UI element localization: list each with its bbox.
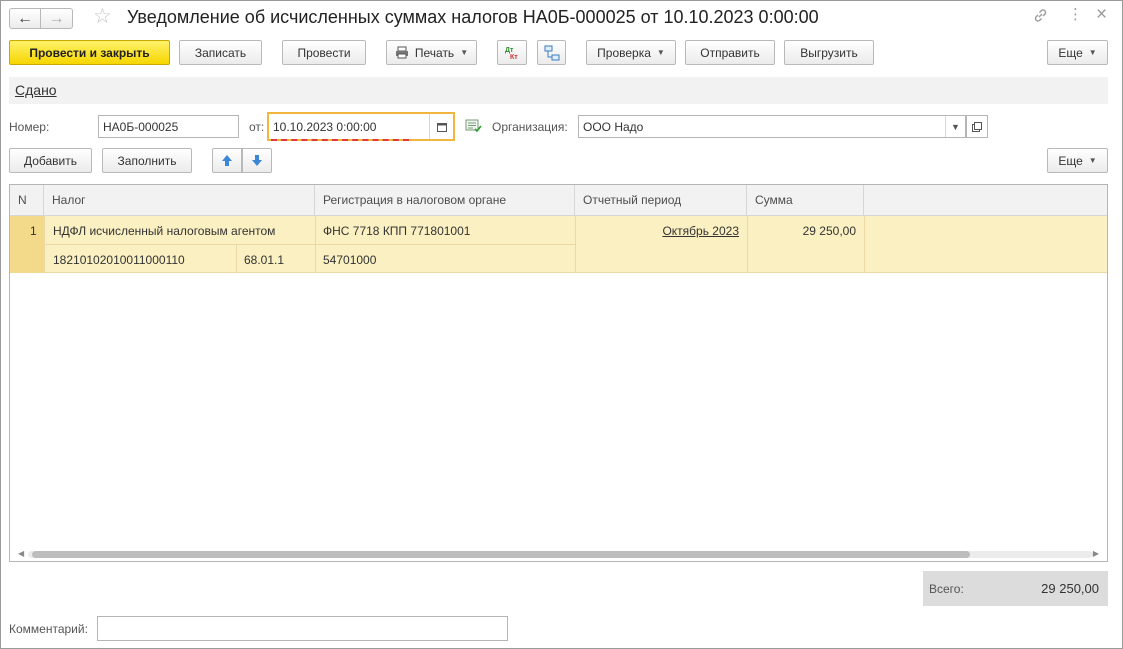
cell-divider (44, 244, 575, 245)
title-bar: ← → ☆ Уведомление об исчисленных суммах … (1, 1, 1122, 35)
favorite-star-icon[interactable]: ☆ (93, 6, 112, 27)
table-more-label: Еще (1058, 153, 1083, 168)
post-button[interactable]: Провести (282, 40, 366, 65)
save-label: Записать (194, 45, 247, 60)
print-button[interactable]: Печать ▼ (386, 40, 477, 65)
arrow-left-icon: ← (17, 9, 33, 27)
cell-account[interactable]: 68.01.1 (244, 253, 284, 267)
export-label: Выгрузить (800, 45, 858, 60)
cell-amount[interactable]: 29 250,00 (747, 224, 856, 238)
organization-value: ООО Надо (583, 119, 644, 134)
scroll-left-icon[interactable]: ◀ (18, 549, 24, 558)
post-and-close-button[interactable]: Провести и закрыть (9, 40, 170, 65)
scroll-right-icon[interactable]: ▶ (1093, 549, 1099, 558)
taxes-table[interactable]: N Налог Регистрация в налоговом органе О… (9, 184, 1108, 562)
structure-button[interactable] (537, 40, 566, 65)
send-label: Отправить (700, 45, 760, 60)
add-row-label: Добавить (23, 153, 78, 168)
export-button[interactable]: Выгрузить (784, 40, 874, 65)
cell-period-link[interactable]: Октябрь 2023 (575, 224, 739, 238)
total-label: Всего: (929, 582, 964, 596)
dt-kt-button[interactable]: Дт Кт (497, 40, 527, 65)
add-row-button[interactable]: Добавить (9, 148, 92, 173)
column-header-amount[interactable]: Сумма (747, 185, 864, 216)
comment-field[interactable] (97, 616, 508, 641)
total-box: Всего: 29 250,00 (923, 571, 1108, 606)
cell-oktmo[interactable]: 54701000 (323, 253, 376, 267)
column-header-n[interactable]: N (10, 185, 44, 216)
forward-button[interactable]: → (41, 8, 73, 29)
horizontal-scrollbar[interactable]: ◀ ▶ (18, 549, 1099, 558)
scroll-thumb[interactable] (32, 551, 970, 558)
column-header-registration[interactable]: Регистрация в налоговом органе (315, 185, 575, 216)
date-value: 10.10.2023 0:00:00 (273, 119, 377, 134)
svg-text:Кт: Кт (510, 54, 518, 61)
window-title: Уведомление об исчисленных суммах налого… (127, 7, 819, 27)
move-down-button[interactable] (242, 148, 272, 173)
date-label: от: (249, 120, 265, 134)
organization-label: Организация: (492, 120, 568, 134)
more-vertical-icon[interactable]: ⋮ (1068, 7, 1083, 22)
move-up-button[interactable] (212, 148, 242, 173)
status-link[interactable]: Сдано (15, 82, 57, 98)
organization-field[interactable]: ООО Надо ▼ (578, 115, 966, 138)
document-window: ← → ☆ Уведомление об исчисленных суммах … (0, 0, 1123, 649)
arrow-down-icon (251, 154, 263, 167)
table-header: N Налог Регистрация в налоговом органе О… (10, 185, 1107, 216)
fill-button[interactable]: Заполнить (102, 148, 192, 173)
cell-divider (236, 245, 237, 273)
svg-text:Дт: Дт (505, 47, 514, 54)
comment-label: Комментарий: (9, 622, 88, 636)
fill-label: Заполнить (117, 153, 177, 168)
chevron-down-icon[interactable]: ▼ (945, 116, 965, 137)
number-label: Номер: (9, 120, 50, 134)
printer-icon (395, 46, 409, 59)
send-button[interactable]: Отправить (685, 40, 775, 65)
link-icon[interactable] (1033, 8, 1048, 26)
arrow-right-icon: → (48, 9, 65, 27)
row-number-cell (10, 216, 44, 273)
post-label: Провести (297, 45, 351, 60)
date-field[interactable]: 10.10.2023 0:00:00 (267, 112, 455, 141)
chevron-down-icon: ▼ (460, 48, 469, 57)
document-check-icon[interactable] (465, 119, 482, 136)
cell-divider (864, 216, 865, 273)
post-and-close-label: Провести и закрыть (29, 45, 150, 60)
structure-icon (544, 45, 560, 61)
check-label: Проверка (597, 45, 651, 60)
status-strip: Сдано (9, 77, 1108, 104)
save-button[interactable]: Записать (179, 40, 262, 65)
total-value: 29 250,00 (1041, 581, 1099, 596)
chevron-down-icon: ▼ (656, 48, 665, 57)
column-header-period[interactable]: Отчетный период (575, 185, 747, 216)
calendar-icon[interactable] (429, 114, 453, 139)
close-icon[interactable]: × (1096, 5, 1107, 24)
open-window-icon (972, 121, 982, 132)
column-header-tax[interactable]: Налог (44, 185, 315, 216)
cell-registration[interactable]: ФНС 7718 КПП 771801001 (323, 224, 470, 238)
back-button[interactable]: ← (9, 8, 41, 29)
arrow-up-icon (221, 154, 233, 167)
number-field[interactable]: НА0Б-000025 (98, 115, 239, 138)
table-more-button[interactable]: Еще ▼ (1047, 148, 1108, 173)
error-underline (271, 139, 409, 141)
open-organization-button[interactable] (966, 115, 988, 138)
row-number: 1 (30, 224, 37, 238)
check-button[interactable]: Проверка ▼ (586, 40, 676, 65)
dt-kt-icon: Дт Кт (503, 45, 521, 61)
number-value: НА0Б-000025 (103, 119, 179, 134)
chevron-down-icon: ▼ (1088, 156, 1097, 165)
print-label: Печать (414, 45, 455, 60)
chevron-down-icon: ▼ (1088, 48, 1097, 57)
cell-kbk[interactable]: 18210102010011000110 (53, 253, 185, 267)
more-button[interactable]: Еще ▼ (1047, 40, 1108, 65)
cell-tax[interactable]: НДФЛ исчисленный налоговым агентом (53, 224, 275, 238)
more-label: Еще (1058, 45, 1083, 60)
